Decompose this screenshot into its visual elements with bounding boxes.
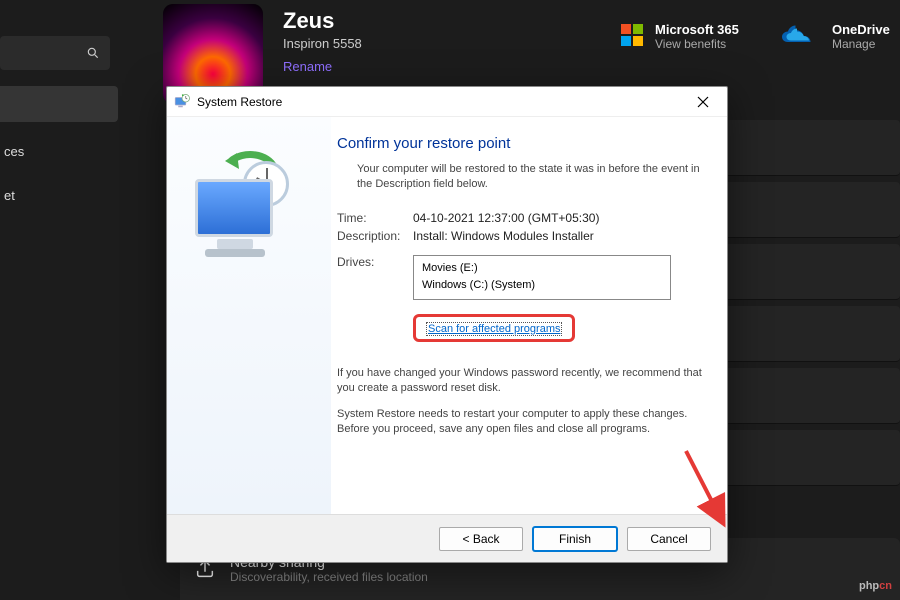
dialog-content: Confirm your restore point Your computer… [331,117,727,514]
nearby-subtitle: Discoverability, received files location [230,570,428,584]
microsoft-365-tile[interactable]: Microsoft 365 View benefits [655,22,739,51]
password-note: If you have changed your Windows passwor… [337,366,703,397]
rename-link[interactable]: Rename [283,59,332,74]
sidebar-selected-item[interactable] [0,86,118,122]
description-value: Install: Windows Modules Installer [413,229,703,243]
time-row: Time: 04-10-2021 12:37:00 (GMT+05:30) [337,211,703,225]
time-value: 04-10-2021 12:37:00 (GMT+05:30) [413,211,703,225]
drives-label: Drives: [337,255,413,300]
onedrive-subtitle: Manage [832,37,890,51]
search-icon [86,46,100,60]
ms365-title: Microsoft 365 [655,22,739,37]
device-model: Inspiron 5558 [283,36,362,51]
dialog-button-bar: < Back Finish Cancel [167,514,727,562]
description-row: Description: Install: Windows Modules In… [337,229,703,243]
drive-item: Windows (C:) (System) [422,277,662,295]
close-icon [697,96,709,108]
dialog-intro: Your computer will be restored to the st… [357,162,703,193]
user-name: Zeus [283,8,362,34]
onedrive-cloud-icon [782,24,818,48]
scan-link-highlight: Scan for affected programs [413,314,703,342]
sidebar-item-partial-b[interactable]: et [0,180,118,211]
restore-clock-illustration [189,157,309,277]
drives-listbox[interactable]: Movies (E:) Windows (C:) (System) [413,255,671,300]
onedrive-title: OneDrive [832,22,890,37]
microsoft-logo-icon [621,24,645,48]
cancel-button[interactable]: Cancel [627,527,711,551]
search-input[interactable] [0,36,110,70]
back-button[interactable]: < Back [439,527,523,551]
system-restore-icon [173,93,191,111]
finish-button[interactable]: Finish [533,527,617,551]
drives-row: Drives: Movies (E:) Windows (C:) (System… [337,255,703,300]
dialog-title: System Restore [197,95,685,109]
back-button-label: < Back [462,532,499,546]
scan-affected-programs-link[interactable]: Scan for affected programs [426,322,562,336]
watermark: phpcn [859,580,892,592]
cancel-button-label: Cancel [650,532,687,546]
dialog-body: Confirm your restore point Your computer… [167,117,727,514]
dialog-titlebar: System Restore [167,87,727,117]
wizard-sidebar-image [167,117,331,514]
onedrive-tile[interactable]: OneDrive Manage [832,22,890,51]
user-info: Zeus Inspiron 5558 Rename [283,8,362,76]
ms365-subtitle: View benefits [655,37,739,51]
dialog-heading: Confirm your restore point [337,135,703,152]
close-button[interactable] [685,90,721,114]
description-label: Description: [337,229,413,243]
restart-note: System Restore needs to restart your com… [337,407,703,438]
time-label: Time: [337,211,413,225]
system-restore-dialog: System Restore Confirm your restore poin… [166,86,728,563]
drive-item: Movies (E:) [422,260,662,278]
sidebar-item-partial-a[interactable]: ces [0,136,118,167]
finish-button-label: Finish [559,532,591,546]
